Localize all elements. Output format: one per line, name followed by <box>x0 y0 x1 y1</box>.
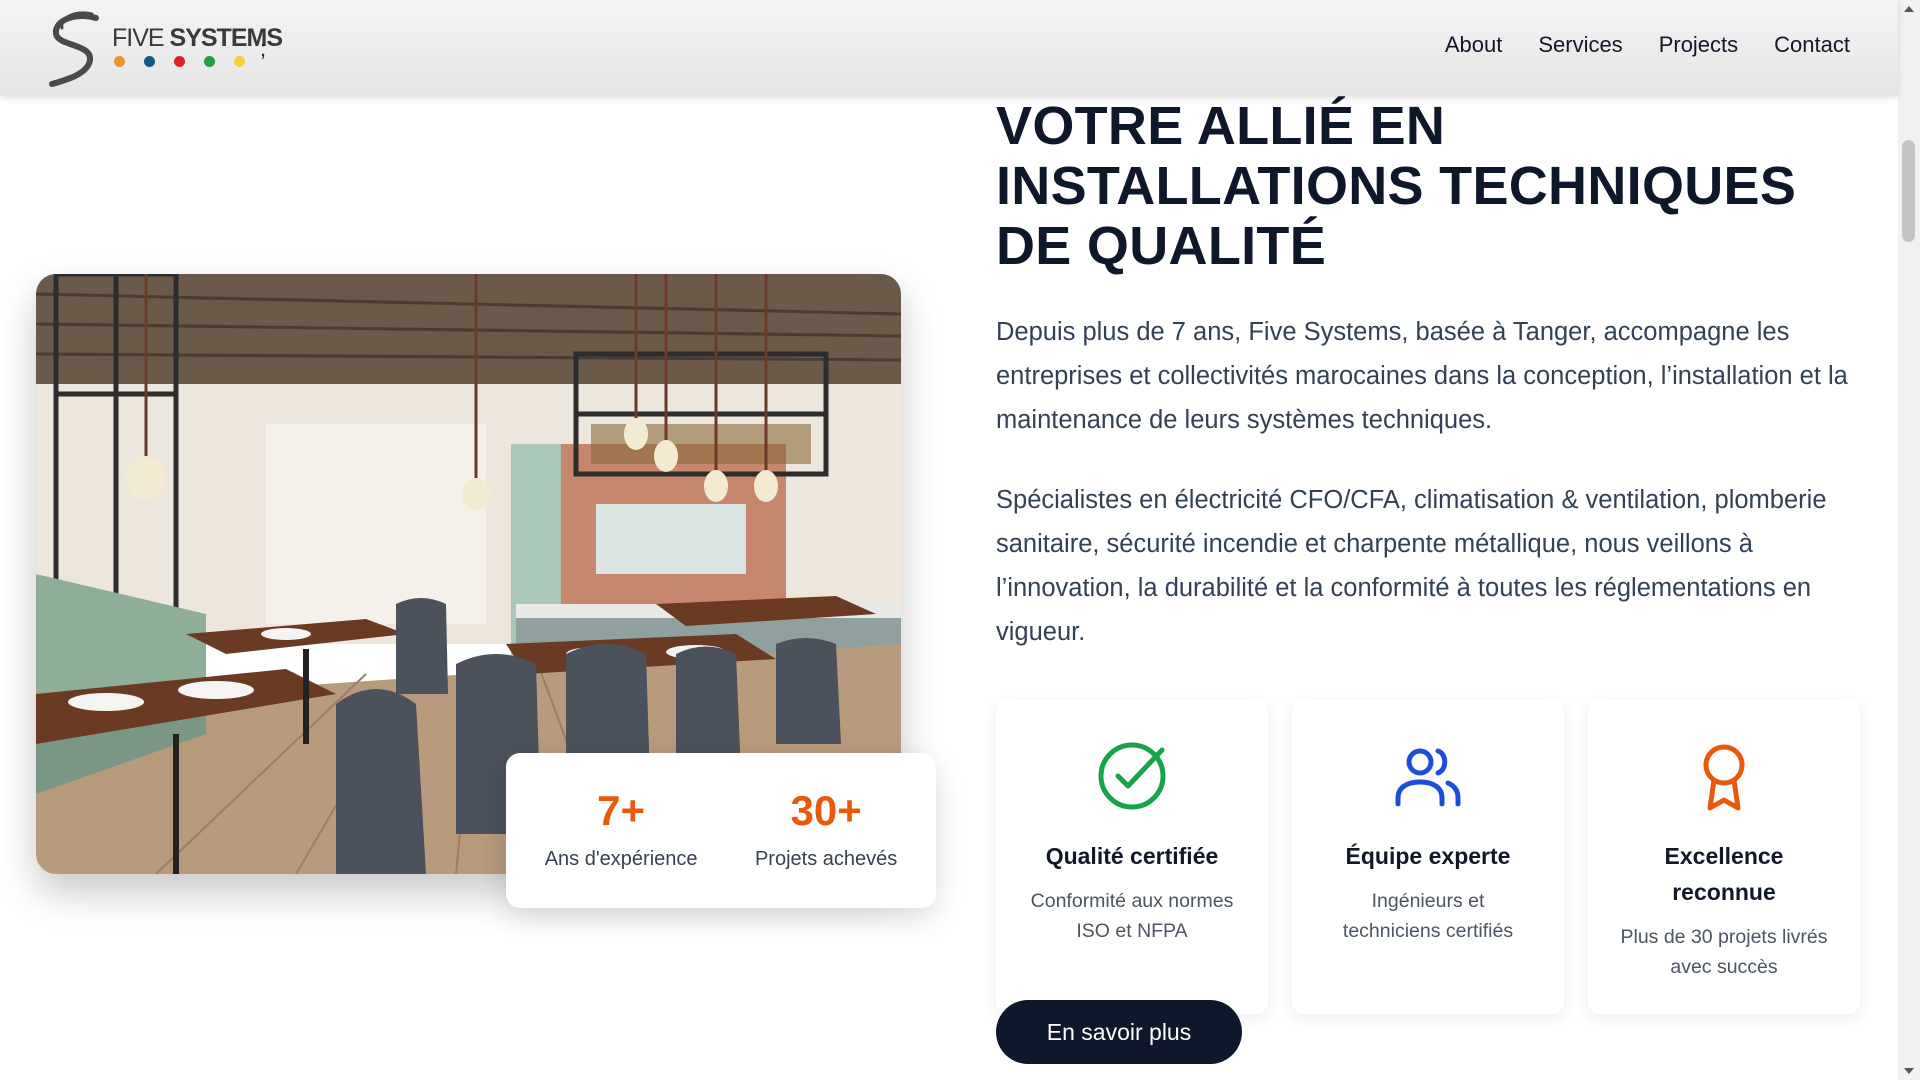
page-scrollbar[interactable] <box>1898 0 1920 1080</box>
nav-link-projects[interactable]: Projects <box>1659 32 1738 58</box>
logo-wordmark: FIVE SYSTEMS <box>112 24 283 53</box>
logo-dot <box>204 56 215 67</box>
feature-title: Excellence reconnue <box>1664 843 1784 905</box>
feature-title: Qualité certifiée <box>1045 843 1219 869</box>
logo-dot <box>174 56 185 67</box>
logo-s-mark-icon <box>49 11 99 87</box>
logo-word-light: FIVE <box>112 24 165 52</box>
feature-description: Plus de 30 projets livrés avec succès <box>1620 926 1828 978</box>
logo-dot <box>114 56 125 67</box>
learn-more-button[interactable]: En savoir plus <box>996 1000 1242 1064</box>
stat-value: 30+ <box>790 787 862 834</box>
scrollbar-thumb[interactable] <box>1902 140 1915 242</box>
nav-link-about[interactable]: About <box>1445 32 1503 58</box>
feature-card-quality: Qualité certifiée Conformité aux normes … <box>996 700 1268 1014</box>
site-header: FIVE SYSTEMS ; About Services Projects C… <box>0 0 1898 96</box>
feature-title: Équipe experte <box>1345 843 1511 869</box>
scroll-up-arrow-icon[interactable] <box>1904 6 1914 12</box>
feature-card-team: Équipe experte Ingénieurs et techniciens… <box>1292 700 1564 1014</box>
logo-color-dots <box>114 56 245 67</box>
stat-label: Ans d'expérience <box>544 848 698 870</box>
feature-description: Ingénieurs et techniciens certifiés <box>1342 890 1514 942</box>
hero-paragraph-1: Depuis plus de 7 ans, Five Systems, basé… <box>996 318 1848 434</box>
check-circle-icon <box>1098 742 1166 810</box>
stat-value: 7+ <box>597 787 646 834</box>
nav-link-contact[interactable]: Contact <box>1774 32 1850 58</box>
users-icon <box>1395 748 1461 807</box>
hero-title: VOTRE ALLIÉ EN INSTALLATIONS TECHNIQUES … <box>996 96 1797 276</box>
feature-card-excellence: Excellence reconnue Plus de 30 projets l… <box>1588 700 1860 1014</box>
logo-dot <box>234 56 245 67</box>
logo-dot <box>144 56 155 67</box>
logo-trailing-char: ; <box>260 36 267 61</box>
nav-link-services[interactable]: Services <box>1538 32 1622 58</box>
stat-projects: 30+ Projets achevés <box>755 790 897 871</box>
hero-paragraph-2: Spécialistes en électricité CFO/CFA, cli… <box>996 486 1827 646</box>
five-systems-logo[interactable]: FIVE SYSTEMS ; <box>46 10 283 90</box>
main-nav: About Services Projects Contact <box>1445 32 1850 58</box>
stats-card: 7+ Ans d'expérience 30+ Projets achevés <box>506 753 936 908</box>
award-icon <box>1703 744 1745 811</box>
stat-experience: 7+ Ans d'expérience <box>545 790 698 871</box>
feature-description: Conformité aux normes ISO et NFPA <box>1030 890 1234 942</box>
stat-label: Projets achevés <box>754 848 898 870</box>
scroll-down-arrow-icon[interactable] <box>1904 1068 1914 1074</box>
